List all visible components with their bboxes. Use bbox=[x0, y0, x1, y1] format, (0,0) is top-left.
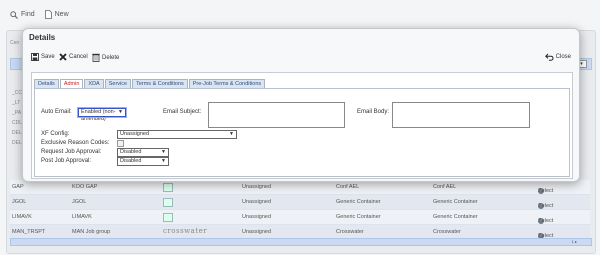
dialog-toolbar: Save Cancel Delete Close bbox=[31, 53, 571, 65]
email-body-field[interactable] bbox=[392, 102, 530, 128]
chevron-down-icon: ▼ bbox=[161, 158, 166, 164]
xf-config-select[interactable]: Unassigned ▼ bbox=[117, 130, 237, 139]
row-name: MAN Job group bbox=[72, 229, 111, 235]
post-approval-value: Disabled bbox=[120, 158, 142, 164]
chevron-down-icon: ▼ bbox=[118, 109, 123, 115]
find-button[interactable]: Find bbox=[10, 10, 35, 19]
pager-icon[interactable]: 1 ▸ bbox=[572, 239, 577, 244]
row-status: Unassigned bbox=[242, 184, 272, 190]
close-label: Close bbox=[555, 54, 571, 60]
post-approval-select[interactable]: Disabled ▼ bbox=[117, 157, 169, 166]
side-label: _LT bbox=[12, 100, 21, 106]
row-type: Generic Container bbox=[336, 199, 381, 205]
new-label: New bbox=[54, 11, 69, 18]
delete-button[interactable]: Delete bbox=[92, 53, 119, 62]
email-body-label: Email Body: bbox=[357, 109, 390, 115]
email-subject-field[interactable] bbox=[208, 102, 345, 128]
chevron-down-icon: ▼ bbox=[161, 149, 166, 155]
new-button[interactable]: New bbox=[44, 10, 69, 19]
background-table: GAP KOO GAP Unassigned Conf AEL Conf AEL… bbox=[10, 180, 590, 240]
tabs-container: Details Admin XDA Service Terms & Condit… bbox=[31, 72, 573, 179]
close-x-icon bbox=[59, 53, 67, 61]
auto-email-label: Auto Email: bbox=[41, 109, 72, 115]
row-name: KOO GAP bbox=[72, 184, 98, 190]
side-label: CDL bbox=[12, 120, 23, 126]
request-approval-value: Disabled bbox=[120, 149, 142, 155]
row-status: Unassigned bbox=[242, 214, 272, 220]
details-dialog: Details Save Cancel Delete Close Details… bbox=[22, 28, 580, 182]
table-row[interactable]: LIMAVK LIMAVK Unassigned Generic Contain… bbox=[10, 210, 590, 225]
row-code: JGOL bbox=[12, 199, 27, 205]
crosswater-logo: crosswater bbox=[163, 227, 208, 235]
auto-email-value: Enabled (non-amended) bbox=[81, 109, 116, 122]
row-name: LIMAVK bbox=[72, 214, 92, 220]
auto-email-select[interactable]: Enabled (non-amended) ▼ bbox=[77, 107, 127, 122]
select-label: Select bbox=[538, 203, 554, 209]
background-side-labels: _CC _LT _PA CDL DEL DEL bbox=[12, 88, 22, 148]
email-subject-label: Email Subject: bbox=[163, 109, 202, 115]
side-label: DEL bbox=[12, 140, 22, 146]
row-type: Generic Container bbox=[336, 214, 381, 220]
image-placeholder-icon bbox=[163, 198, 173, 207]
trash-icon bbox=[92, 53, 100, 62]
row-type: Conf AEL bbox=[336, 184, 360, 190]
row-code: LIMAVK bbox=[12, 214, 32, 220]
request-approval-label: Request Job Approval: bbox=[41, 149, 102, 155]
xf-config-label: XF Config: bbox=[41, 131, 70, 137]
row-type2: Crosswater bbox=[433, 229, 461, 235]
cancel-label: Cancel bbox=[69, 54, 88, 60]
row-type2: Generic Container bbox=[433, 214, 478, 220]
background-pager-bar: 1 ▸ bbox=[10, 238, 592, 246]
table-row[interactable]: GAP KOO GAP Unassigned Conf AEL Conf AEL… bbox=[10, 180, 590, 195]
row-type2: Conf AEL bbox=[433, 184, 457, 190]
row-type: Crosswater bbox=[336, 229, 364, 235]
new-document-icon bbox=[44, 10, 52, 19]
save-button[interactable]: Save bbox=[31, 53, 55, 61]
post-approval-label: Post Job Approval: bbox=[41, 158, 92, 164]
exclusive-reason-checkbox[interactable] bbox=[117, 140, 124, 147]
row-status: Unassigned bbox=[242, 199, 272, 205]
row-status: Unassigned bbox=[242, 229, 272, 235]
main-toolbar: Find New bbox=[10, 10, 69, 19]
select-label: Select bbox=[538, 188, 554, 194]
dialog-title: Details bbox=[29, 33, 56, 42]
row-type2: Generic Container bbox=[433, 199, 478, 205]
xf-config-value: Unassigned bbox=[120, 131, 150, 137]
save-icon bbox=[31, 53, 39, 61]
back-arrow-icon bbox=[544, 53, 554, 61]
select-label: Select bbox=[538, 218, 554, 224]
save-label: Save bbox=[41, 54, 55, 60]
row-code: MAN_TRSPT bbox=[12, 229, 46, 235]
search-icon bbox=[10, 10, 18, 19]
find-label: Find bbox=[21, 11, 35, 18]
chevron-down-icon: ▼ bbox=[229, 131, 234, 137]
request-approval-select[interactable]: Disabled ▼ bbox=[117, 148, 169, 157]
cancel-button[interactable]: Cancel bbox=[59, 53, 88, 61]
exclusive-reason-label: Exclusive Reason Codes: bbox=[41, 140, 110, 146]
image-placeholder-icon bbox=[163, 213, 173, 222]
close-button[interactable]: Close bbox=[544, 53, 571, 61]
image-placeholder-icon bbox=[163, 183, 173, 192]
row-code: GAP bbox=[12, 184, 24, 190]
admin-form: Auto Email: Enabled (non-amended) ▼ Email… bbox=[34, 88, 570, 177]
table-row[interactable]: JGOL JGOL Unassigned Generic Container G… bbox=[10, 195, 590, 210]
side-label: _PA bbox=[12, 110, 22, 116]
side-label: _CC bbox=[12, 90, 23, 96]
row-name: JGOL bbox=[72, 199, 87, 205]
delete-label: Delete bbox=[102, 54, 120, 61]
side-label: DEL bbox=[12, 130, 22, 136]
